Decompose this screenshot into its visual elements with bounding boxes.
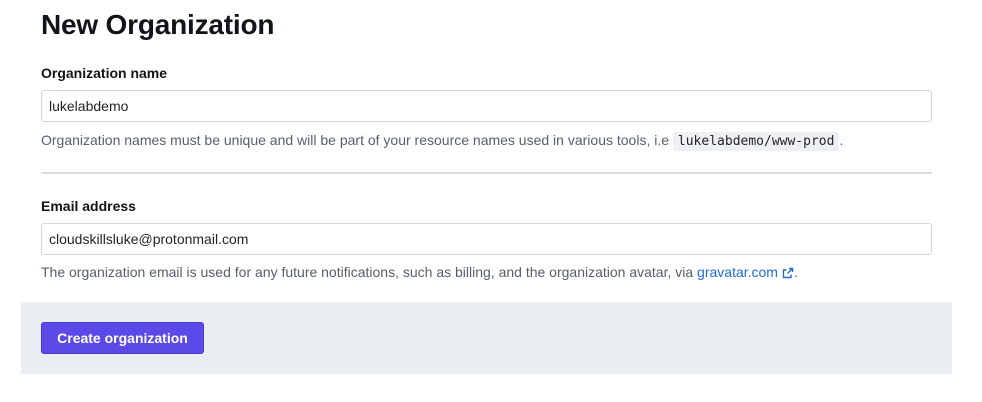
- organization-name-help-suffix: .: [839, 132, 844, 148]
- gravatar-link-label: gravatar.com: [697, 264, 778, 280]
- email-address-help-text: The organization email is used for any f…: [41, 264, 694, 280]
- organization-name-help-text: Organization names must be unique and wi…: [41, 132, 670, 148]
- create-organization-button[interactable]: Create organization: [41, 322, 204, 354]
- external-link-icon: [782, 266, 794, 282]
- gravatar-link[interactable]: gravatar.com: [697, 264, 794, 280]
- organization-name-label: Organization name: [41, 65, 168, 81]
- email-address-input[interactable]: [41, 223, 932, 255]
- section-divider: [41, 172, 932, 174]
- organization-name-input[interactable]: [41, 90, 932, 122]
- organization-name-example-code: lukelabdemo/www-prod: [672, 132, 840, 151]
- email-address-help-suffix: .: [793, 264, 798, 280]
- organization-name-help: Organization names must be unique and wi…: [41, 132, 844, 151]
- page-title: New Organization: [41, 9, 275, 40]
- form-actions-footer: Create organization: [21, 302, 952, 374]
- new-organization-page: New Organization Organization name Organ…: [0, 0, 982, 402]
- email-address-help: The organization email is used for any f…: [41, 264, 798, 282]
- email-address-label: Email address: [41, 198, 136, 214]
